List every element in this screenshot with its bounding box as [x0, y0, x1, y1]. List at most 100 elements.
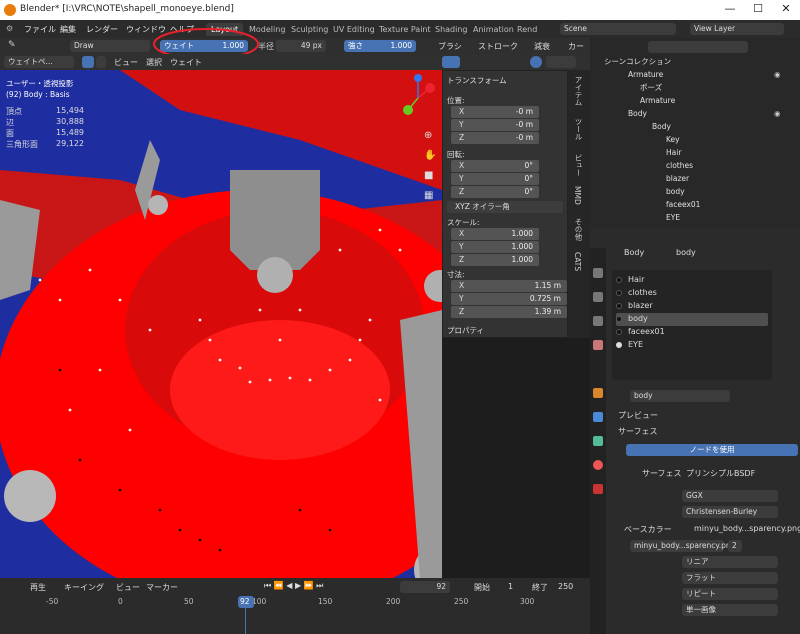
stroke-menu[interactable]: ストローク — [478, 41, 518, 52]
render-tab-icon[interactable] — [593, 292, 603, 302]
tab-misc[interactable]: その他 — [573, 218, 584, 241]
menu-weight[interactable]: ウェイト — [170, 57, 202, 68]
rotation-y-field[interactable]: Y 0° — [451, 173, 539, 185]
camera-icon[interactable]: ■ — [424, 170, 433, 181]
outliner-item[interactable]: clothes — [666, 159, 693, 172]
tab-sculpting[interactable]: Sculpting — [286, 23, 333, 36]
brush-selector[interactable]: Draw — [70, 40, 150, 52]
strength-field[interactable]: 強さ 1.000 — [344, 40, 416, 52]
outliner-item[interactable]: faceex01 — [666, 198, 700, 211]
shading-modes[interactable] — [546, 56, 576, 68]
visibility-eye-icon[interactable]: ◉ — [774, 107, 781, 120]
menu-select[interactable]: 選択 — [146, 57, 162, 68]
outliner-item[interactable]: Hair — [666, 146, 681, 159]
pan-hand-icon[interactable]: ✋ — [424, 150, 436, 161]
solid-shading-icon[interactable] — [530, 56, 542, 68]
scene-tab-icon[interactable] — [593, 340, 603, 350]
menu-file[interactable]: ファイル — [24, 24, 56, 35]
keying-menu[interactable]: キーイング — [64, 582, 104, 593]
falloff-menu[interactable]: 減衰 — [534, 41, 550, 52]
brush-menu[interactable]: ブラシ — [438, 41, 462, 52]
tab-texture-paint[interactable]: Texture Paint — [374, 23, 436, 36]
material-slot-list[interactable]: Hair clothes blazer body faceex01 EYE — [612, 270, 772, 380]
current-frame-field[interactable]: 92 — [400, 581, 450, 593]
editor-type-icon[interactable]: ⚙ — [6, 24, 13, 33]
tool-tab-icon[interactable] — [593, 268, 603, 278]
outliner-item[interactable]: Body — [628, 107, 647, 120]
material-tab-icon[interactable] — [593, 460, 603, 470]
menu-render[interactable]: レンダー — [86, 24, 118, 35]
texture-tab-icon[interactable] — [593, 484, 603, 494]
tab-shading[interactable]: Shading — [430, 23, 473, 36]
image-selector[interactable]: minyu_body...sparency.png — [630, 540, 735, 552]
outliner-item[interactable]: blazer — [666, 172, 689, 185]
object-tab-icon[interactable] — [593, 388, 603, 398]
menu-view[interactable]: ビュー — [114, 57, 138, 68]
preview-panel-header[interactable]: プレビュー — [618, 410, 658, 421]
marker-menu[interactable]: マーカー — [146, 582, 178, 593]
end-frame-value[interactable]: 250 — [558, 582, 573, 591]
tab-uv-editing[interactable]: UV Editing — [328, 23, 380, 36]
material-slot[interactable]: faceex01 — [616, 326, 768, 339]
use-nodes-button[interactable]: ノードを使用 — [626, 444, 798, 456]
outliner-item[interactable]: Body — [652, 120, 671, 133]
grid-icon[interactable]: ▦ — [424, 190, 433, 201]
radius-field[interactable]: 49 px — [276, 40, 326, 52]
surface-shader-value[interactable]: プリンシプルBSDF — [686, 468, 755, 479]
interpolation-selector[interactable]: リニア — [682, 556, 778, 568]
tab-rendering[interactable]: Rend — [512, 23, 542, 36]
outliner-item[interactable]: Armature — [628, 68, 663, 81]
3d-viewport[interactable]: ユーザー・透視投影 (92) Body : Basis 頂点 15,494 辺 30… — [0, 70, 442, 578]
material-slot[interactable]: EYE — [616, 339, 768, 352]
tab-item[interactable]: アイテム — [573, 76, 584, 106]
outliner-item[interactable]: body — [666, 185, 685, 198]
scene-collection[interactable]: シーンコレクション — [604, 55, 671, 68]
visibility-eye-icon[interactable]: ◉ — [774, 68, 781, 81]
source-selector[interactable]: 単一画像 — [682, 604, 778, 616]
material-slot[interactable]: Hair — [616, 274, 768, 287]
rotation-mode-selector[interactable]: XYZ オイラー角 — [447, 201, 563, 213]
outliner-item[interactable]: Armature — [640, 94, 675, 107]
modifier-tab-icon[interactable] — [593, 412, 603, 422]
scale-y-field[interactable]: Y 1.000 — [451, 241, 539, 253]
output-tab-icon[interactable] — [593, 316, 603, 326]
close-button[interactable]: ✕ — [772, 2, 800, 18]
dimension-z-field[interactable]: Z 1.39 m — [451, 306, 567, 318]
menu-edit[interactable]: 編集 — [60, 24, 76, 35]
outliner-item[interactable]: Key — [666, 133, 680, 146]
brush-icon[interactable]: ✎ — [8, 40, 16, 50]
material-slot[interactable]: blazer — [616, 300, 768, 313]
mode-selector[interactable]: ウェイトペ... — [4, 56, 74, 68]
rotation-z-field[interactable]: Z 0° — [451, 186, 539, 198]
curve-menu[interactable]: カー — [568, 41, 584, 52]
transform-header[interactable]: トランスフォーム — [447, 75, 507, 86]
scale-x-field[interactable]: X 1.000 — [451, 228, 539, 240]
playback-menu[interactable]: 再生 — [30, 582, 46, 593]
outliner-item[interactable]: ポーズ — [640, 81, 662, 94]
material-slot[interactable]: clothes — [616, 287, 768, 300]
dimension-y-field[interactable]: Y 0.725 m — [451, 293, 567, 305]
playback-controls[interactable]: ⏮ ⏪ ◀ ▶ ⏩ ⏭ — [264, 581, 323, 591]
maximize-button[interactable]: ☐ — [744, 2, 772, 18]
distribution-selector[interactable]: GGX — [682, 490, 778, 502]
scene-selector[interactable]: Scene — [560, 23, 676, 35]
subsurface-method-selector[interactable]: Christensen-Burley — [682, 506, 778, 518]
playhead-frame[interactable]: 92 — [238, 596, 254, 608]
location-z-field[interactable]: Z -0 m — [451, 132, 539, 144]
outliner-search[interactable] — [648, 41, 748, 53]
overlay-toggle-icon[interactable] — [442, 56, 460, 68]
location-y-field[interactable]: Y -0 m — [451, 119, 539, 131]
tab-tool[interactable]: ツール — [573, 118, 584, 141]
dimension-x-field[interactable]: X 1.15 m — [451, 280, 567, 292]
outliner-item[interactable]: EYE — [666, 211, 680, 224]
base-color-texture[interactable]: minyu_body...sparency.png — [694, 524, 800, 533]
scale-z-field[interactable]: Z 1.000 — [451, 254, 539, 266]
view-layer-selector[interactable]: View Layer — [690, 23, 784, 35]
zoom-icon[interactable]: ⊕ — [424, 130, 432, 141]
select-box-icon[interactable] — [96, 56, 106, 68]
minimize-button[interactable]: — — [716, 2, 744, 18]
surface-panel-header[interactable]: サーフェス — [618, 426, 658, 437]
tab-view[interactable]: ビュー — [573, 154, 584, 177]
tab-cats[interactable]: CATS — [573, 252, 582, 271]
select-mode-icon[interactable] — [82, 56, 94, 68]
